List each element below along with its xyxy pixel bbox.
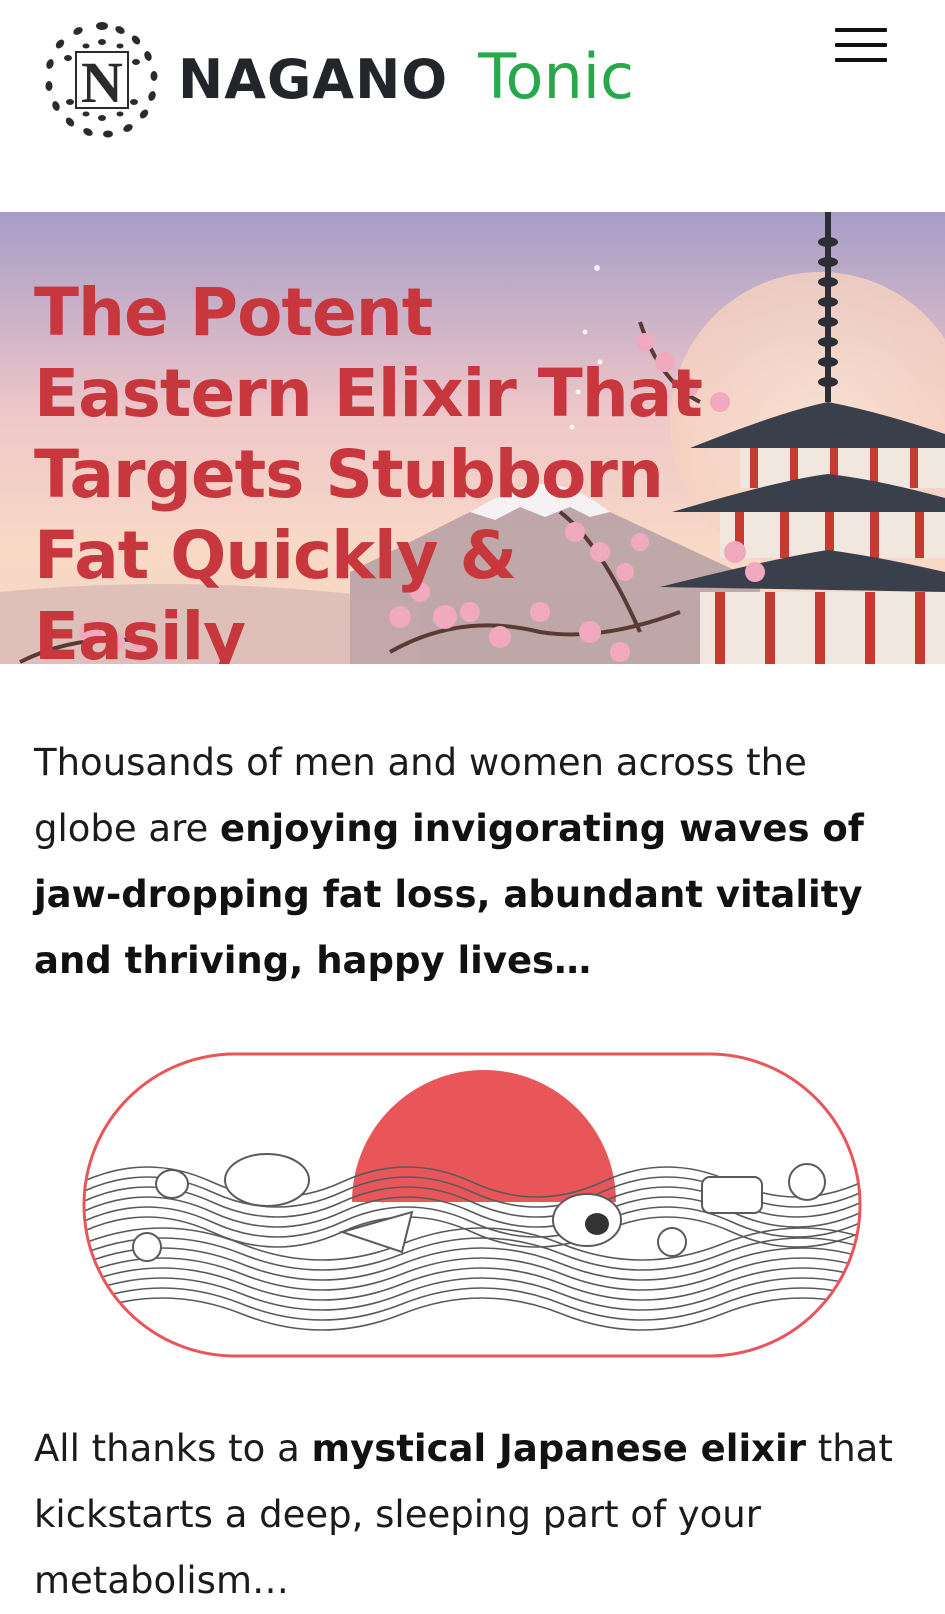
menu-bar xyxy=(835,58,887,62)
hamburger-menu-icon[interactable] xyxy=(835,28,887,68)
site-header: N NAGANO Tonic xyxy=(0,0,945,212)
menu-bar xyxy=(835,28,887,32)
elixir-paragraph: All thanks to a mystical Japanese elixir… xyxy=(34,1416,914,1614)
menu-bar xyxy=(835,43,887,47)
hero-banner: The Potent Eastern Elixir That Targets S… xyxy=(0,212,945,664)
hero-title: The Potent Eastern Elixir That Targets S… xyxy=(34,274,703,664)
brand-product: Tonic xyxy=(478,40,635,113)
logo-letter: N xyxy=(81,50,123,115)
elixir-text-start: All thanks to a xyxy=(34,1427,312,1470)
brand-name: NAGANO xyxy=(178,48,449,111)
intro-paragraph: Thousands of men and women across the gl… xyxy=(34,730,914,994)
rising-sun-waves-illustration xyxy=(82,1052,862,1358)
nagano-logo-icon[interactable]: N xyxy=(40,18,164,142)
elixir-highlight: mystical Japanese elixir xyxy=(311,1427,806,1470)
brand-wordmark[interactable]: NAGANO Tonic xyxy=(178,40,634,120)
